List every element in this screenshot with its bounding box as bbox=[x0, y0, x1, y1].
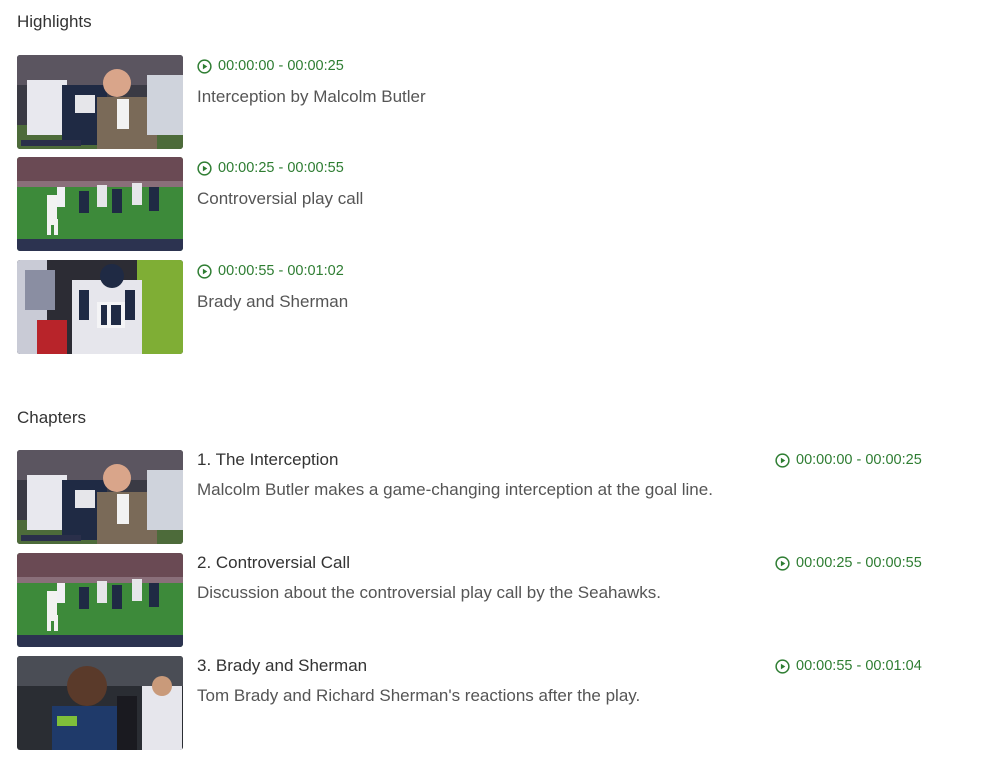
highlight-timestamp[interactable]: 00:00:55 - 00:01:02 bbox=[197, 263, 344, 279]
highlight-time-range: 00:00:00 - 00:00:25 bbox=[218, 58, 344, 74]
play-circle-icon bbox=[775, 452, 790, 468]
highlight-thumbnail-play-call[interactable] bbox=[17, 157, 183, 251]
highlight-title: Interception by Malcolm Butler bbox=[197, 87, 426, 106]
play-circle-icon bbox=[775, 658, 790, 674]
highlight-thumbnail-interception[interactable] bbox=[17, 55, 183, 149]
highlight-item[interactable]: 00:00:00 - 00:00:25 Interception by Malc… bbox=[17, 55, 947, 149]
chapter-description: Discussion about the controversial play … bbox=[197, 583, 661, 602]
highlight-thumbnail-brady-sherman[interactable] bbox=[17, 260, 183, 354]
highlight-timestamp[interactable]: 00:00:00 - 00:00:25 bbox=[197, 58, 344, 74]
chapters-heading: Chapters bbox=[17, 408, 86, 427]
chapter-time-range: 00:00:25 - 00:00:55 bbox=[796, 555, 922, 571]
play-circle-icon bbox=[197, 263, 212, 279]
highlight-item[interactable]: 00:00:25 - 00:00:55 Controversial play c… bbox=[17, 157, 947, 251]
chapter-title: 1. The Interception bbox=[197, 450, 339, 469]
highlights-heading: Highlights bbox=[17, 12, 92, 31]
play-circle-icon bbox=[197, 58, 212, 74]
highlight-time-range: 00:00:25 - 00:00:55 bbox=[218, 160, 344, 176]
highlight-title: Controversial play call bbox=[197, 189, 364, 208]
highlight-time-range: 00:00:55 - 00:01:02 bbox=[218, 263, 344, 279]
chapter-item[interactable]: 1. The Interception Malcolm Butler makes… bbox=[17, 450, 947, 544]
play-circle-icon bbox=[775, 555, 790, 571]
chapter-thumbnail-play-call[interactable] bbox=[17, 553, 183, 647]
chapter-time-range: 00:00:00 - 00:00:25 bbox=[796, 452, 922, 468]
chapter-time-range: 00:00:55 - 00:01:04 bbox=[796, 658, 922, 674]
highlight-item[interactable]: 00:00:55 - 00:01:02 Brady and Sherman bbox=[17, 260, 947, 354]
chapter-item[interactable]: 3. Brady and Sherman Tom Brady and Richa… bbox=[17, 656, 947, 750]
highlight-title: Brady and Sherman bbox=[197, 292, 349, 311]
chapter-item[interactable]: 2. Controversial Call Discussion about t… bbox=[17, 553, 947, 647]
chapter-timestamp[interactable]: 00:00:00 - 00:00:25 bbox=[775, 452, 922, 468]
play-circle-icon bbox=[197, 160, 212, 176]
chapter-description: Malcolm Butler makes a game-changing int… bbox=[197, 480, 713, 499]
chapter-title: 2. Controversial Call bbox=[197, 553, 351, 572]
chapter-timestamp[interactable]: 00:00:55 - 00:01:04 bbox=[775, 658, 922, 674]
chapter-timestamp[interactable]: 00:00:25 - 00:00:55 bbox=[775, 555, 922, 571]
chapter-title: 3. Brady and Sherman bbox=[197, 656, 368, 675]
highlight-timestamp[interactable]: 00:00:25 - 00:00:55 bbox=[197, 160, 344, 176]
chapter-thumbnail-brady-sherman[interactable] bbox=[17, 656, 183, 750]
chapter-thumbnail-interception[interactable] bbox=[17, 450, 183, 544]
chapter-description: Tom Brady and Richard Sherman's reaction… bbox=[197, 686, 641, 705]
